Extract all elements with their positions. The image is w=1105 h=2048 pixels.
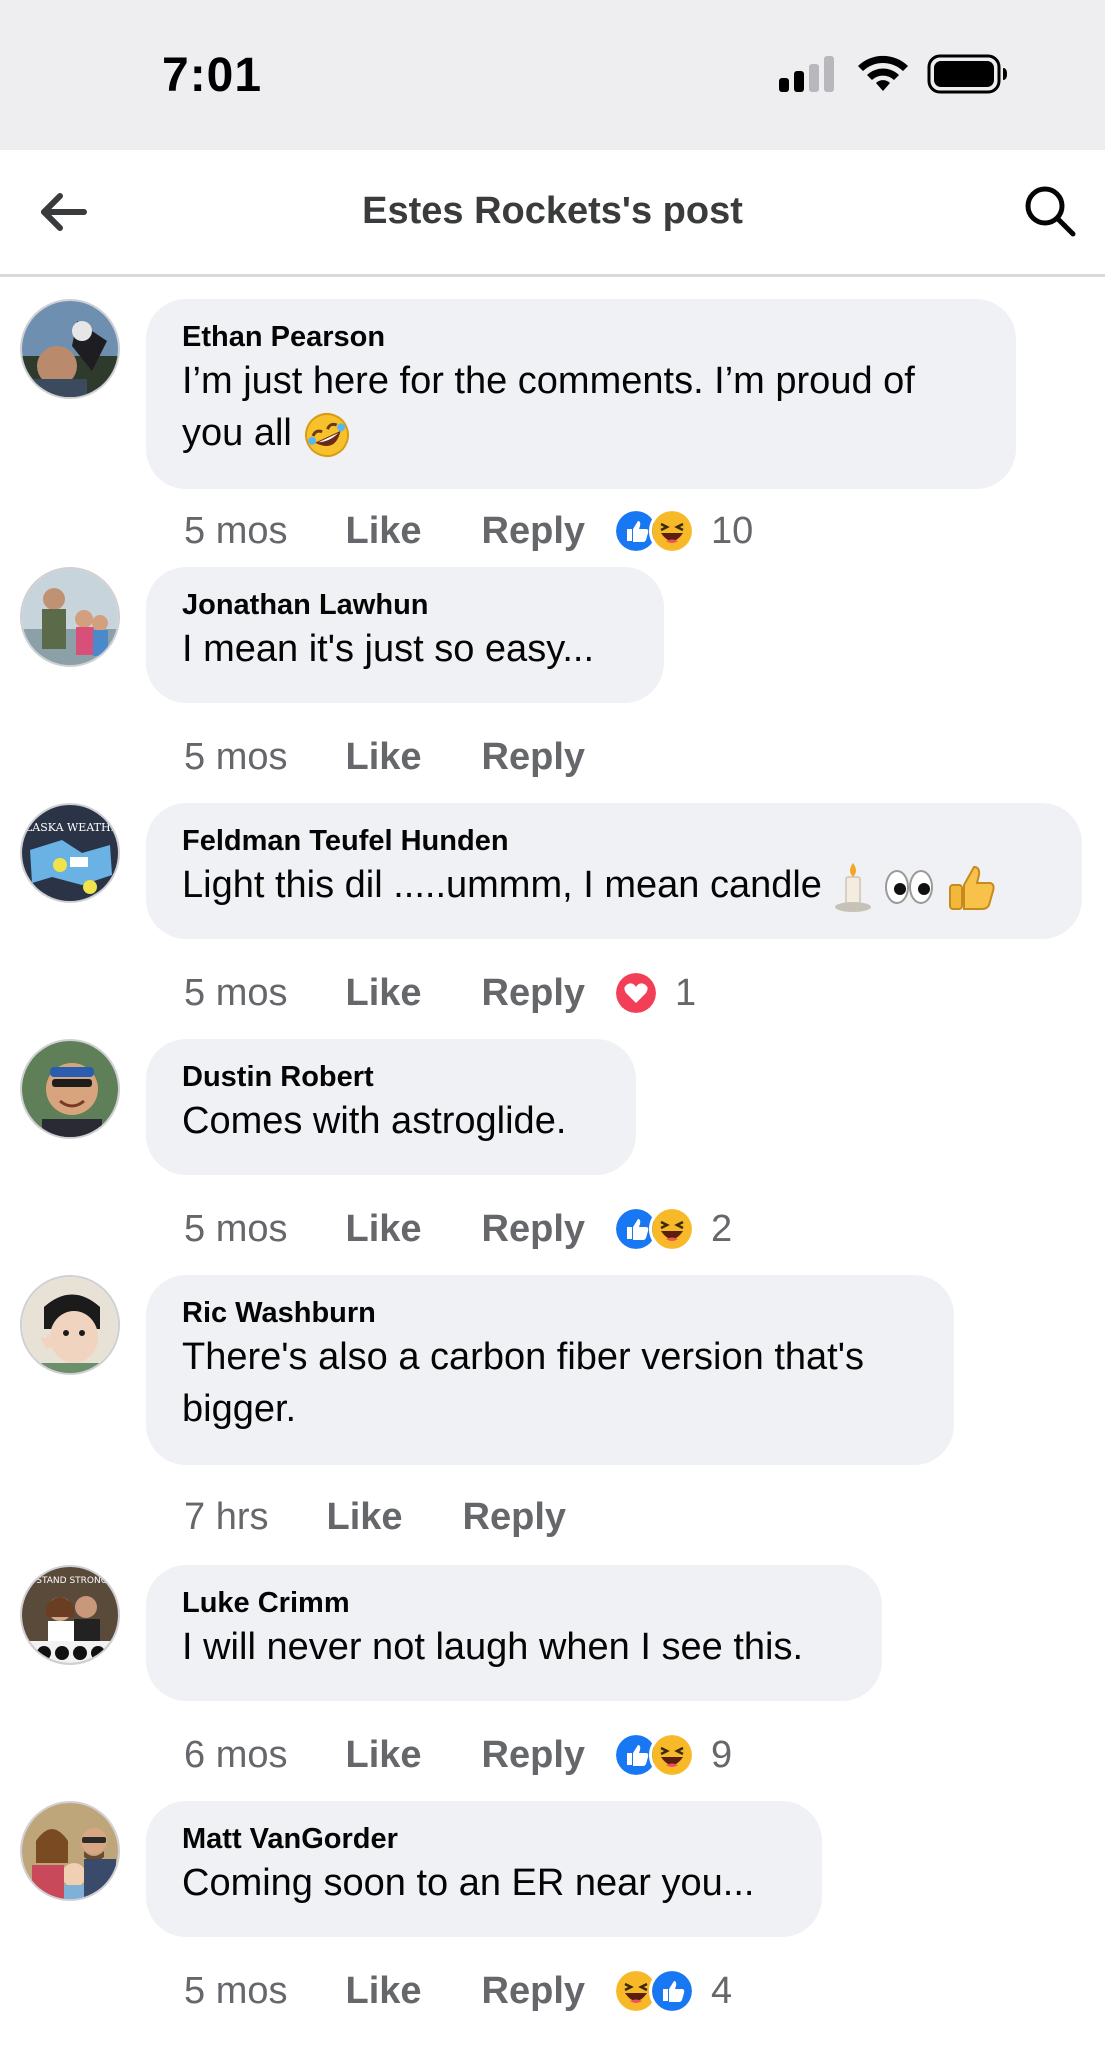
comment-text-body: Light this dil .....ummm, I mean candle — [182, 864, 822, 906]
comment-bubble: Jonathan Lawhun I mean it's just so easy… — [146, 567, 664, 703]
candle-emoji — [834, 862, 871, 912]
comment-author[interactable]: Ethan Pearson — [182, 319, 980, 355]
reaction-count: 9 — [711, 1733, 733, 1776]
reply-button[interactable]: Reply — [482, 1734, 585, 1777]
wifi-icon — [858, 55, 908, 91]
cellular-signal-icon — [779, 56, 834, 92]
love-reaction-icon — [613, 970, 660, 1016]
comment-actions: 5 mos Like Reply 1 — [184, 967, 696, 1019]
comment-text-body: I’m just here for the comments. I’m prou… — [182, 360, 915, 454]
like-button[interactable]: Like — [345, 1208, 421, 1251]
comment-bubble: Luke Crimm I will never not laugh when I… — [146, 1565, 882, 1701]
comment-bubble: Ethan Pearson I’m just here for the comm… — [146, 299, 1016, 489]
comment-time[interactable]: 6 mos — [184, 1734, 287, 1777]
comment-text: I will never not laugh when I see this. — [182, 1626, 804, 1668]
comment-text: I’m just here for the comments. I’m prou… — [182, 355, 980, 460]
comment-bubble: Matt VanGorder Coming soon to an ER near… — [146, 1801, 822, 1937]
comment-text: I mean it's just so easy... — [182, 628, 595, 670]
comment-actions: 5 mos Like Reply 4 — [184, 1965, 732, 2017]
avatar[interactable] — [20, 1039, 120, 1139]
reaction-summary[interactable]: 4 — [613, 1968, 732, 2014]
haha-reaction-icon — [649, 1206, 696, 1252]
avatar[interactable]: ALASKA WEATHER — [20, 803, 120, 903]
comment-time[interactable]: 5 mos — [184, 1208, 287, 1251]
comment-item: Ric Washburn There's also a carbon fiber… — [0, 1275, 1105, 1565]
like-button[interactable]: Like — [326, 1496, 402, 1539]
avatar[interactable] — [20, 299, 120, 399]
comment-item: Jonathan Lawhun I mean it's just so easy… — [0, 567, 1105, 803]
comment-bubble: Ric Washburn There's also a carbon fiber… — [146, 1275, 954, 1465]
avatar-logo-text: STAND STRONG — [36, 1576, 107, 1586]
comment-item: Ethan Pearson I’m just here for the comm… — [0, 277, 1105, 557]
like-button[interactable]: Like — [345, 972, 421, 1015]
reaction-count: 2 — [711, 1207, 733, 1250]
comment-actions: 5 mos Like Reply — [184, 731, 613, 783]
like-button[interactable]: Like — [345, 1734, 421, 1777]
post-header: Estes Rockets's post — [0, 150, 1105, 277]
like-button[interactable]: Like — [345, 736, 421, 779]
reaction-summary[interactable]: 9 — [613, 1732, 732, 1778]
comment-time[interactable]: 5 mos — [184, 1970, 287, 2013]
comment-item: Dustin Robert Comes with astroglide. 5 m… — [0, 1039, 1105, 1275]
comment-text: Coming soon to an ER near you... — [182, 1862, 755, 1904]
comment-author[interactable]: Feldman Teufel Hunden — [182, 823, 1046, 859]
eyes-emoji — [885, 869, 934, 904]
reaction-count: 10 — [711, 509, 754, 552]
like-button[interactable]: Like — [345, 1970, 421, 2013]
comment-bubble: Feldman Teufel Hunden Light this dil ...… — [146, 803, 1082, 939]
reply-button[interactable]: Reply — [482, 1970, 585, 2013]
comment-time[interactable]: 5 mos — [184, 972, 287, 1015]
reaction-summary[interactable]: 10 — [613, 508, 753, 554]
comment-actions: 5 mos Like Reply 2 — [184, 1203, 732, 1255]
comment-actions: 6 mos Like Reply 9 — [184, 1729, 732, 1781]
avatar-logo-text: ALASKA WEATHER — [22, 821, 120, 834]
comment-item: ALASKA WEATHER Feldman Teufel Hunden Lig… — [0, 803, 1105, 1039]
comment-bubble: Dustin Robert Comes with astroglide. — [146, 1039, 636, 1175]
reaction-count: 4 — [711, 1969, 733, 2012]
comment-time[interactable]: 5 mos — [184, 736, 287, 779]
thumbs-up-emoji — [948, 865, 995, 910]
comment-text: There's also a carbon fiber version that… — [182, 1336, 864, 1430]
reply-button[interactable]: Reply — [482, 1208, 585, 1251]
reply-button[interactable]: Reply — [463, 1496, 566, 1539]
comment-actions: 7 hrs Like Reply — [184, 1491, 594, 1543]
rolling-on-floor-laughing-emoji — [305, 412, 350, 457]
comment-item: Matt VanGorder Coming soon to an ER near… — [0, 1801, 1105, 2048]
haha-reaction-icon — [649, 1732, 696, 1778]
comment-author[interactable]: Dustin Robert — [182, 1059, 600, 1095]
battery-icon — [927, 54, 1007, 94]
comment-author[interactable]: Ric Washburn — [182, 1295, 918, 1331]
reply-button[interactable]: Reply — [482, 510, 585, 553]
comment-time[interactable]: 7 hrs — [184, 1496, 268, 1539]
avatar[interactable]: STAND STRONG — [20, 1565, 120, 1665]
comment-time[interactable]: 5 mos — [184, 510, 287, 553]
page-title: Estes Rockets's post — [362, 190, 743, 232]
status-time: 7:01 — [162, 49, 263, 102]
reaction-count: 1 — [675, 971, 697, 1014]
reaction-summary[interactable]: 1 — [613, 970, 696, 1016]
status-bar: 7:01 — [0, 0, 1105, 150]
status-icons — [779, 54, 1009, 94]
like-reaction-icon — [649, 1968, 696, 2014]
comment-item: STAND STRONG Luke Crimm I will never not… — [0, 1565, 1105, 1801]
like-button[interactable]: Like — [345, 510, 421, 553]
comment-author[interactable]: Matt VanGorder — [182, 1821, 786, 1857]
avatar[interactable] — [20, 1275, 120, 1375]
comment-author[interactable]: Jonathan Lawhun — [182, 587, 628, 623]
comment-actions: 5 mos Like Reply 10 — [184, 505, 753, 557]
search-icon[interactable] — [1023, 184, 1077, 238]
reaction-summary[interactable]: 2 — [613, 1206, 732, 1252]
reply-button[interactable]: Reply — [482, 736, 585, 779]
comment-author[interactable]: Luke Crimm — [182, 1585, 846, 1621]
haha-reaction-icon — [649, 508, 696, 554]
reply-button[interactable]: Reply — [482, 972, 585, 1015]
avatar[interactable] — [20, 1801, 120, 1901]
comment-text: Light this dil .....ummm, I mean candle — [182, 859, 1046, 913]
avatar[interactable] — [20, 567, 120, 667]
comment-text: Comes with astroglide. — [182, 1100, 567, 1142]
